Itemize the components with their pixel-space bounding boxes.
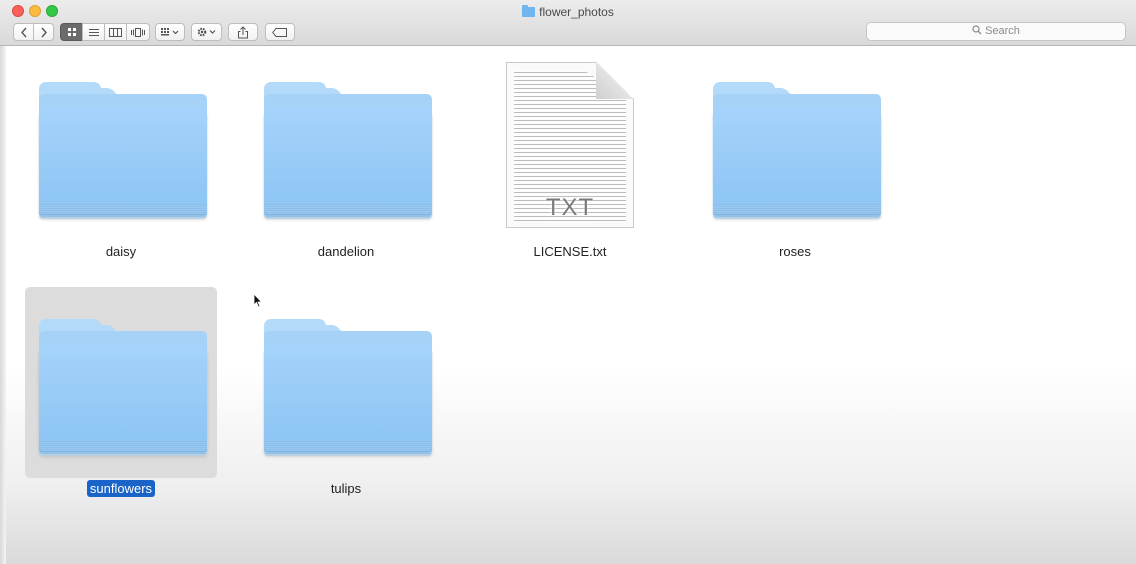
back-button[interactable] [13,23,34,41]
item-label: dandelion [317,244,375,259]
gear-icon [197,27,215,37]
window-edge [0,46,6,564]
column-view-button[interactable] [104,23,127,41]
cover-flow-icon [131,27,145,37]
action-button[interactable] [191,23,222,41]
search-icon [972,25,982,35]
folder-icon [39,319,207,451]
list-view-button[interactable] [82,23,105,41]
icon-view-icon [67,28,76,36]
forward-button[interactable] [33,23,54,41]
folder-item-dandelion[interactable]: dandelion [251,48,441,278]
folder-icon [713,82,881,214]
window-title-text: flower_photos [539,5,614,19]
share-button[interactable] [228,23,258,41]
share-icon [238,25,248,38]
item-label: roses [779,244,811,259]
arrange-grid-icon [161,28,179,36]
tag-icon [272,27,287,37]
column-view-icon [109,27,122,37]
window-title: flower_photos [0,5,1136,19]
folder-item-tulips[interactable]: tulips [251,285,441,515]
file-extension-badge: TXT [545,194,595,221]
icon-view-button[interactable] [60,23,83,41]
list-view-icon [88,28,99,36]
arrange-button[interactable] [155,23,185,41]
finder-window: flower_photos Search daisy dandelion TXT… [0,0,1136,564]
item-label-selected[interactable]: sunflowers [86,480,156,497]
folder-item-daisy[interactable]: daisy [26,48,216,278]
folder-icon [264,82,432,214]
item-label: LICENSE.txt [533,244,607,259]
search-placeholder: Search [985,25,1020,37]
item-label: tulips [330,481,362,496]
folder-icon [264,319,432,451]
folder-item-roses[interactable]: roses [700,48,890,278]
mouse-pointer-icon [253,293,263,308]
folder-icon [522,5,536,17]
folder-item-sunflowers[interactable]: sunflowers [26,285,216,515]
folder-icon [39,82,207,214]
search-field[interactable]: Search [866,22,1126,41]
title-bar: flower_photos Search [0,0,1136,46]
file-item-license[interactable]: TXT LICENSE.txt [450,48,640,278]
cover-flow-view-button[interactable] [126,23,150,41]
tag-button[interactable] [265,23,295,41]
chevron-right-icon [40,27,47,37]
chevron-left-icon [20,27,27,37]
text-document-icon: TXT [506,62,634,228]
item-label: daisy [105,244,137,259]
